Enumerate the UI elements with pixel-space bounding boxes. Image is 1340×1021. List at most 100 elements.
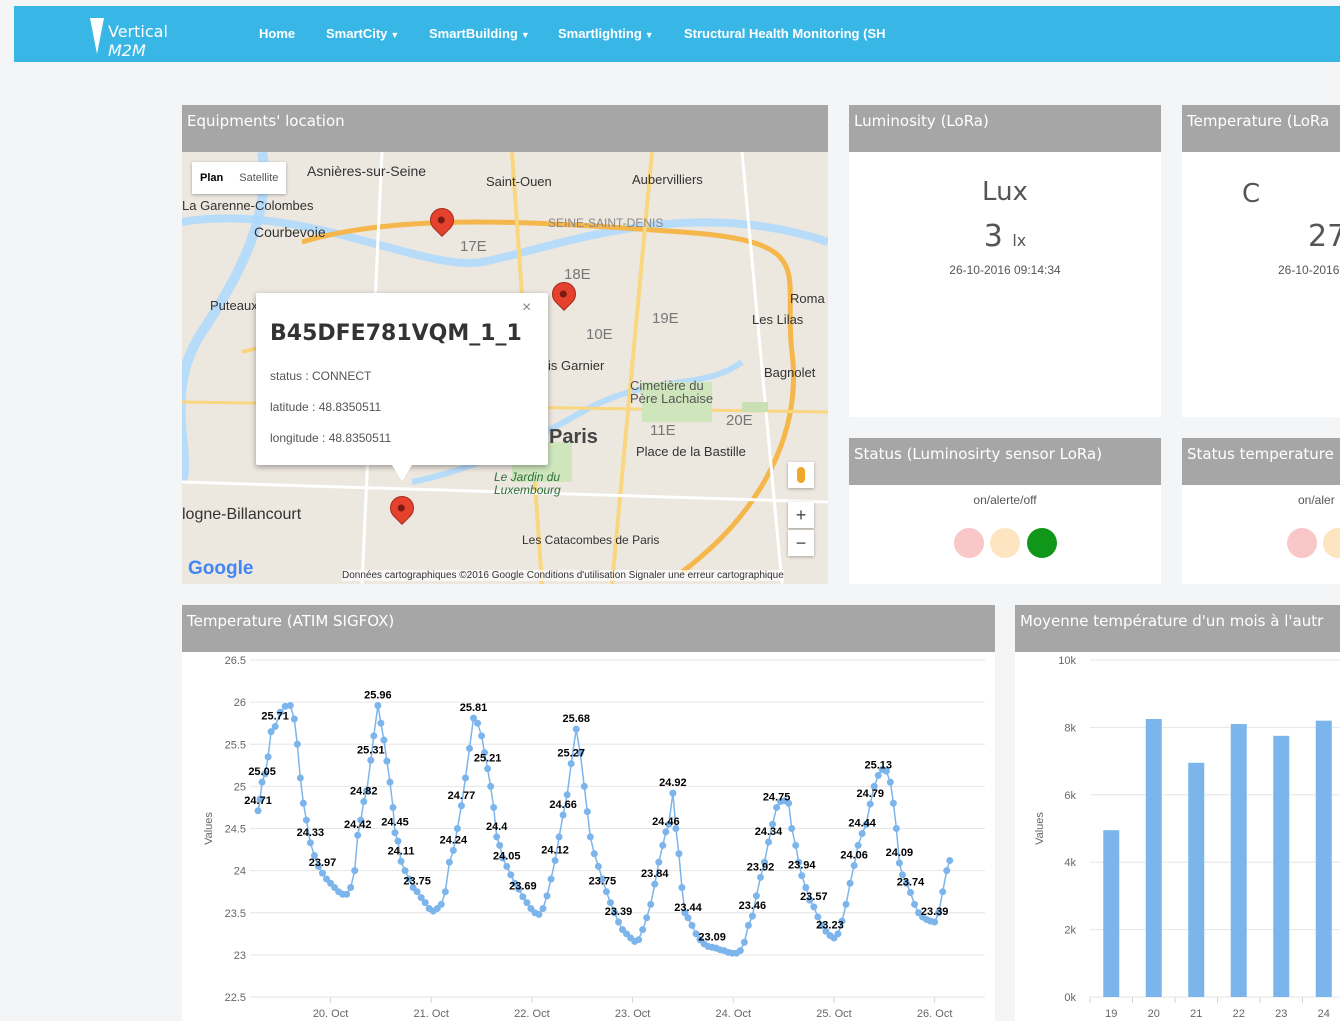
- gauge-title: C: [1242, 179, 1261, 209]
- data-label: 24.82: [350, 786, 378, 798]
- data-point: [931, 918, 939, 926]
- data-point: [318, 869, 326, 877]
- data-point: [740, 938, 748, 946]
- data-label: 24.33: [297, 827, 325, 839]
- data-point: [939, 888, 947, 896]
- data-point: [752, 892, 760, 900]
- data-point: [635, 936, 643, 944]
- data-point: [370, 732, 378, 740]
- map-label: Le Jardin du: [494, 470, 561, 484]
- nav-home[interactable]: Home: [259, 26, 295, 41]
- temperature-line-chart[interactable]: 26.5 26 25.5 25 24.5 24 23.5 23 22.5 20. Oct 21. O…: [182, 652, 995, 1021]
- data-label: 25.31: [357, 744, 385, 756]
- data-point: [465, 744, 473, 752]
- data-point: [684, 914, 692, 922]
- data-label: 23.69: [509, 881, 537, 893]
- data-point: [354, 831, 362, 839]
- data-label: 24.77: [448, 790, 476, 802]
- data-point: [461, 774, 469, 782]
- popup-longitude: longitude : 48.8350511: [270, 431, 392, 445]
- data-label: 23.09: [698, 931, 726, 943]
- map-label: Père Lachaise: [630, 391, 714, 406]
- data-point: [895, 859, 903, 867]
- caret-down-icon: ▼: [644, 30, 654, 40]
- data-point: [765, 838, 773, 846]
- nav-shm[interactable]: Structural Health Monitoring (SH: [684, 26, 886, 41]
- data-label: 24.71: [244, 795, 272, 807]
- nav-smartbuilding-label: SmartBuilding: [429, 26, 518, 41]
- map-label: Les Catacombes de Paris: [522, 533, 660, 547]
- data-point: [391, 829, 399, 837]
- x-tick-label: 23. Oct: [615, 1008, 650, 1020]
- data-label: 25.81: [460, 702, 488, 714]
- data-label: 24.92: [659, 777, 687, 789]
- map-label: 11E: [650, 422, 676, 439]
- data-point: [850, 862, 858, 870]
- gauge-timestamp: 26-10-2016 09:14:34: [949, 263, 1061, 277]
- map-label: Saint-Ouen: [486, 174, 552, 189]
- nav-smartlighting[interactable]: Smartlighting ▼: [558, 26, 654, 41]
- data-label: 23.57: [800, 891, 828, 903]
- data-point: [559, 811, 567, 819]
- map-type-plan[interactable]: Plan: [192, 162, 231, 194]
- data-point: [547, 875, 555, 883]
- map-view[interactable]: Plan Satellite Asnières-sur-Seine Saint-…: [182, 152, 828, 584]
- data-point: [572, 725, 580, 733]
- x-tick-label: 21. Oct: [413, 1008, 448, 1020]
- close-icon[interactable]: ×: [522, 299, 531, 317]
- data-label: 25.21: [474, 753, 502, 765]
- data-point: [457, 802, 465, 810]
- y-tick-label: 6k: [1064, 790, 1076, 802]
- data-point: [602, 888, 610, 896]
- data-point: [662, 828, 670, 836]
- data-point: [543, 892, 551, 900]
- data-label: 25.68: [562, 713, 590, 725]
- status-light-off: [1027, 528, 1057, 558]
- data-point: [394, 837, 402, 845]
- data-point: [539, 905, 547, 913]
- data-label: 23.97: [309, 857, 337, 869]
- gauge-unit: lx: [1012, 231, 1027, 250]
- data-point: [567, 760, 575, 768]
- gauge-number: 3: [983, 219, 1003, 254]
- data-point: [946, 857, 954, 865]
- map-label: Luxembourg: [494, 483, 561, 497]
- data-point: [389, 803, 397, 811]
- data-point: [493, 833, 501, 841]
- brand-line2: M2M: [108, 41, 146, 60]
- data-label: 23.23: [816, 919, 844, 931]
- map-type-satellite[interactable]: Satellite: [231, 162, 286, 194]
- data-label: 23.39: [605, 906, 633, 918]
- brand-line1: Vertical: [108, 22, 168, 41]
- data-point: [490, 803, 498, 811]
- street-view-pegman-icon[interactable]: [788, 462, 814, 488]
- data-point: [798, 872, 806, 880]
- map-attribution[interactable]: Données cartographiques ©2016 Google Con…: [342, 570, 784, 581]
- data-label: 23.75: [403, 876, 431, 888]
- nav-smartbuilding[interactable]: SmartBuilding ▼: [429, 26, 530, 41]
- average-bar-chart[interactable]: 10k 8k 6k 4k 2k 0k Values 19 20 21 22 23 24: [1015, 652, 1340, 1021]
- data-point: [523, 899, 531, 907]
- data-point: [655, 858, 663, 866]
- nav-smartcity[interactable]: SmartCity ▼: [326, 26, 399, 41]
- panel-title: Status (Luminosirty sensor LoRa): [849, 438, 1161, 485]
- data-point: [866, 800, 874, 808]
- data-point: [449, 846, 457, 854]
- data-point: [445, 858, 453, 866]
- data-label: 23.92: [747, 861, 775, 873]
- x-tick-label: 22. Oct: [514, 1008, 549, 1020]
- data-label: 23.46: [739, 900, 767, 912]
- data-point: [736, 947, 744, 955]
- map-label: Place de la Bastille: [636, 444, 746, 459]
- data-point: [555, 833, 563, 841]
- bar: [1103, 830, 1120, 997]
- data-point: [535, 910, 543, 918]
- data-label: 24.06: [840, 850, 868, 862]
- data-point: [293, 740, 301, 748]
- data-label: 24.44: [848, 818, 876, 830]
- brand-logo-icon: [90, 18, 104, 54]
- zoom-out-button[interactable]: −: [788, 530, 814, 556]
- zoom-in-button[interactable]: +: [788, 502, 814, 528]
- x-tick-label: 24: [1318, 1008, 1330, 1020]
- map-label: Courbevoie: [254, 224, 326, 240]
